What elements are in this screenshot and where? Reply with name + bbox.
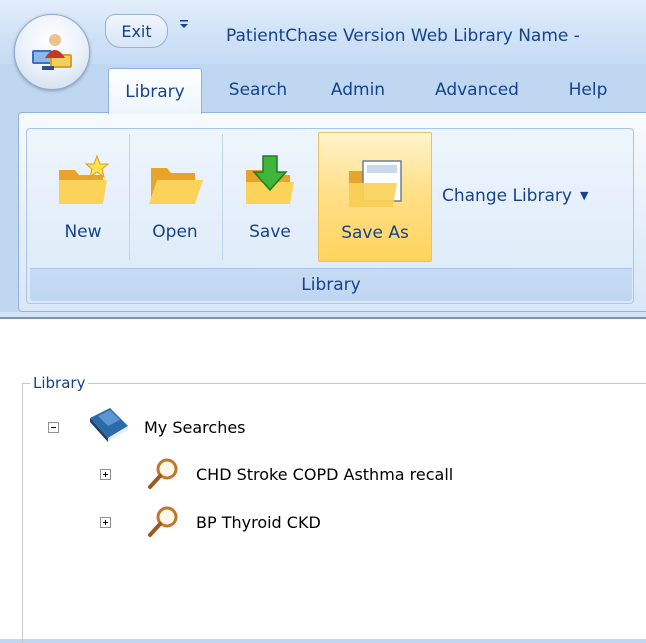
save-as-button[interactable]: Save As — [318, 132, 432, 262]
open-folder-icon — [149, 168, 203, 204]
tab-library-label: Library — [125, 81, 185, 102]
library-fieldset-border — [22, 383, 646, 384]
magnifier-icon — [148, 458, 178, 489]
save-label: Save — [249, 222, 291, 242]
expand-toggle[interactable] — [100, 517, 111, 528]
window-title: PatientChase Version Web Library Name - — [226, 26, 580, 46]
expand-toggle[interactable] — [100, 469, 111, 480]
exit-button[interactable]: Exit — [105, 14, 168, 48]
save-button[interactable]: Save — [223, 132, 317, 262]
book-icon — [90, 408, 128, 442]
app-logo-icon — [32, 34, 72, 70]
open-button[interactable]: Open — [130, 132, 220, 262]
tree-item-my-searches[interactable]: My Searches — [144, 418, 246, 437]
tab-search[interactable]: Search — [216, 72, 300, 108]
open-label: Open — [152, 222, 198, 242]
tab-advanced-label: Advanced — [435, 80, 519, 100]
save-as-label: Save As — [341, 223, 409, 243]
tab-help[interactable]: Help — [552, 72, 624, 108]
change-library-label: Change Library — [442, 186, 572, 206]
save-as-icon — [349, 160, 402, 207]
tab-admin-label: Admin — [330, 80, 386, 100]
application-menu-button[interactable] — [14, 14, 90, 90]
new-label: New — [64, 222, 102, 242]
tree-item-search[interactable]: CHD Stroke COPD Asthma recall — [196, 465, 453, 484]
change-library-dropdown[interactable]: Change Library ▼ — [442, 186, 588, 206]
library-fieldset-border — [22, 383, 23, 643]
tab-library[interactable]: Library — [108, 68, 202, 114]
save-icon — [246, 155, 294, 204]
collapse-toggle[interactable] — [48, 422, 59, 433]
new-button[interactable]: New — [38, 132, 128, 262]
chevron-down-icon: ▼ — [579, 189, 589, 202]
library-group-label: Library — [30, 268, 632, 301]
tree-item-search[interactable]: BP Thyroid CKD — [196, 513, 321, 532]
exit-label: Exit — [121, 21, 152, 41]
library-group-label-text: Library — [301, 275, 361, 295]
tab-advanced[interactable]: Advanced — [420, 72, 534, 108]
tab-search-label: Search — [228, 80, 288, 100]
magnifier-icon — [148, 506, 178, 537]
tab-admin[interactable]: Admin — [318, 72, 398, 108]
library-legend: Library — [30, 374, 89, 392]
quick-access-dropdown-icon[interactable] — [178, 16, 190, 34]
new-folder-icon — [59, 154, 110, 204]
tab-help-label: Help — [568, 80, 608, 100]
